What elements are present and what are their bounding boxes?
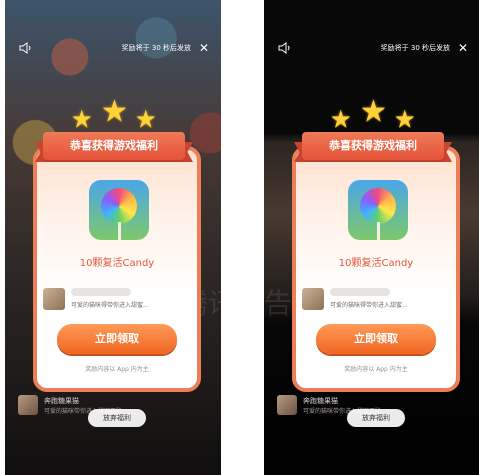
bottom-ad-thumbnail [18, 395, 38, 415]
top-bar: 奖励将于 30 秒后发放 ✕ [264, 41, 479, 57]
star-icon: ★ [330, 105, 352, 133]
claim-button[interactable]: 立即领取 [57, 324, 177, 354]
bottom-ad-title: 奔跑糖果猫 [303, 397, 338, 405]
star-icon: ★ [101, 94, 128, 129]
reward-card: 10颗复活Candy 可爱的猫咪得带你进入甜蜜... 立即领取 奖励内容以 Ap… [292, 146, 460, 392]
provider-note: 奖励内容以 App 内为主 [85, 366, 149, 373]
provider-note: 奖励内容以 App 内为主 [344, 366, 408, 373]
close-icon[interactable]: ✕ [458, 41, 468, 55]
phone-screen-right: 奖励将于 30 秒后发放 ✕ ★ ★ ★ 恭喜获得游戏福利 10颗复活Candy… [264, 0, 479, 475]
lollipop-icon [360, 188, 396, 224]
reward-timer: 奖励将于 30 秒后发放 [121, 44, 191, 52]
ad-thumbnail [302, 288, 324, 310]
reward-card: 10颗复活Candy 可爱的猫咪得带你进入甜蜜... 立即领取 奖励内容以 Ap… [33, 146, 201, 392]
claim-button[interactable]: 立即领取 [316, 324, 436, 354]
star-icon: ★ [71, 105, 93, 133]
ad-thumbnail [43, 288, 65, 310]
give-up-button[interactable]: 放弃福利 [347, 409, 405, 427]
reward-ribbon-title: 恭喜获得游戏福利 [43, 132, 185, 160]
ad-title-blurred [330, 288, 390, 296]
star-icon: ★ [135, 105, 157, 133]
ad-description: 可爱的猫咪得带你进入甜蜜... [330, 302, 408, 309]
ad-title-blurred [71, 288, 131, 296]
top-bar: 奖励将于 30 秒后发放 ✕ [5, 41, 221, 57]
reward-ribbon-title: 恭喜获得游戏福利 [302, 132, 444, 160]
game-icon [89, 180, 149, 240]
ad-description: 可爱的猫咪得带你进入甜蜜... [71, 302, 149, 309]
ad-info-row[interactable]: 可爱的猫咪得带你进入甜蜜... [37, 286, 197, 312]
speaker-icon[interactable] [278, 42, 292, 54]
star-icon: ★ [394, 105, 416, 133]
bottom-ad-thumbnail [277, 395, 297, 415]
rating-stars: ★ ★ ★ [264, 94, 479, 133]
give-up-button[interactable]: 放弃福利 [88, 409, 146, 427]
rating-stars: ★ ★ ★ [5, 94, 221, 133]
lollipop-icon [101, 188, 137, 224]
reward-name: 10颗复活Candy [338, 258, 414, 269]
reward-name: 10颗复活Candy [79, 258, 155, 269]
star-icon: ★ [360, 94, 387, 129]
phone-screen-left: 奖励将于 30 秒后发放 ✕ ★ ★ ★ 恭喜获得游戏福利 10颗复活Candy… [5, 0, 221, 475]
close-icon[interactable]: ✕ [199, 41, 209, 55]
speaker-icon[interactable] [19, 42, 33, 54]
bottom-ad-title: 奔跑糖果猫 [44, 397, 79, 405]
game-icon [348, 180, 408, 240]
reward-timer: 奖励将于 30 秒后发放 [380, 44, 450, 52]
ad-info-row[interactable]: 可爱的猫咪得带你进入甜蜜... [296, 286, 456, 312]
